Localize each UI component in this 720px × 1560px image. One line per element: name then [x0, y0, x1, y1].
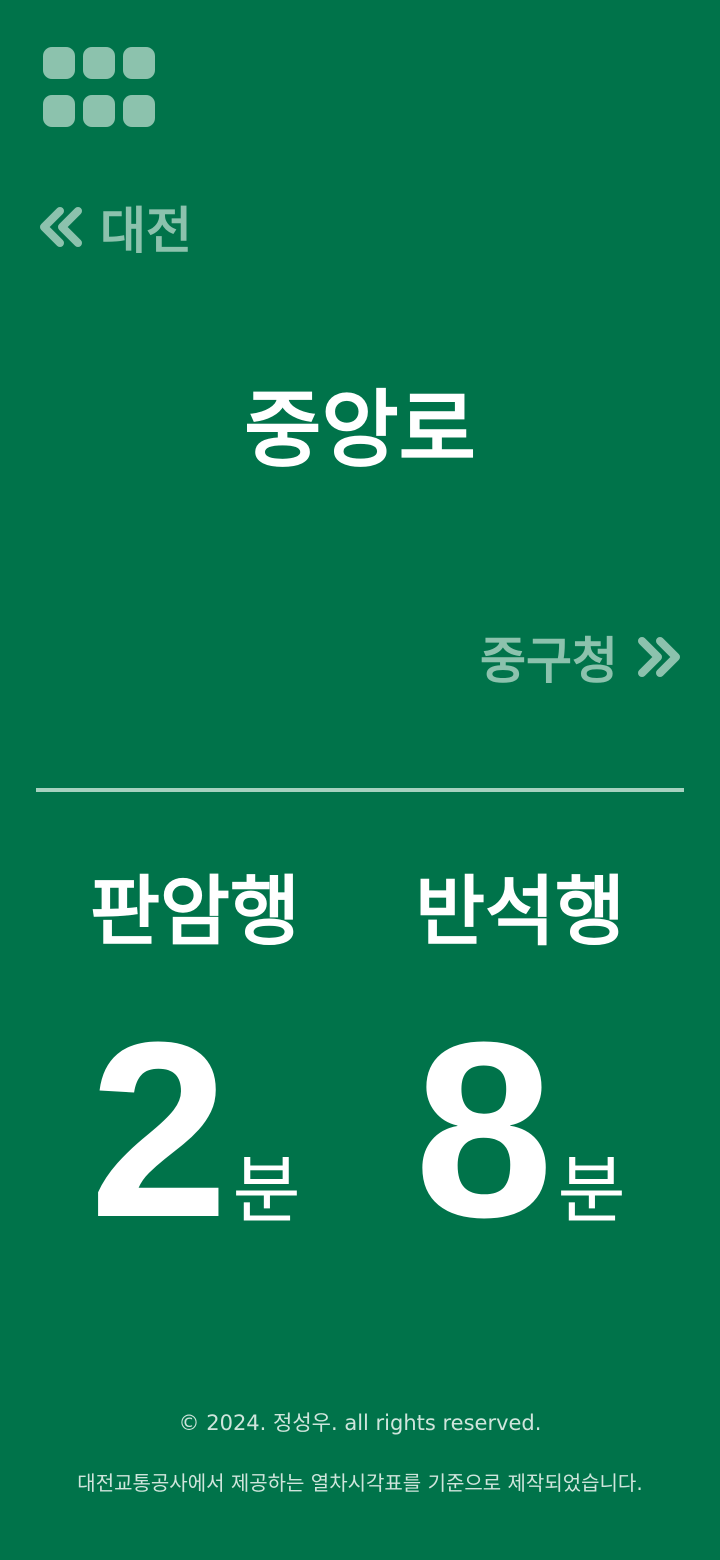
direction-label: 반석행: [415, 867, 625, 956]
section-divider: [36, 788, 684, 792]
data-source-notice: 대전교통공사에서 제공하는 열차시각표를 기준으로 제작되었습니다.: [77, 1471, 643, 1495]
direction-label: 판암행: [90, 867, 300, 956]
arrival-minutes: 2: [89, 990, 229, 1269]
arrival-time: 2 분: [30, 990, 360, 1269]
arrival-unit: 분: [232, 1148, 301, 1234]
grid-menu-tile: [43, 47, 75, 79]
prev-station-link[interactable]: 대전: [38, 192, 192, 262]
grid-menu-tile: [83, 95, 115, 127]
grid-menu-icon[interactable]: [43, 47, 155, 127]
next-station-label: 중구청: [480, 632, 618, 690]
prev-station-label: 대전: [100, 202, 192, 260]
arrival-unit: 분: [557, 1148, 626, 1234]
arrival-minutes: 8: [414, 990, 554, 1269]
copyright-text: © 2024. 정성우. all rights reserved.: [178, 1411, 542, 1435]
double-chevron-right-icon: [638, 637, 680, 677]
grid-menu-tile: [123, 47, 155, 79]
current-station-name: 중앙로: [244, 381, 476, 479]
next-station-link[interactable]: 중구청: [480, 622, 682, 692]
grid-menu-tile: [123, 95, 155, 127]
grid-menu-tile: [43, 95, 75, 127]
arrival-time: 8 분: [355, 990, 685, 1269]
grid-menu-tile: [83, 47, 115, 79]
double-chevron-left-icon: [40, 207, 82, 247]
